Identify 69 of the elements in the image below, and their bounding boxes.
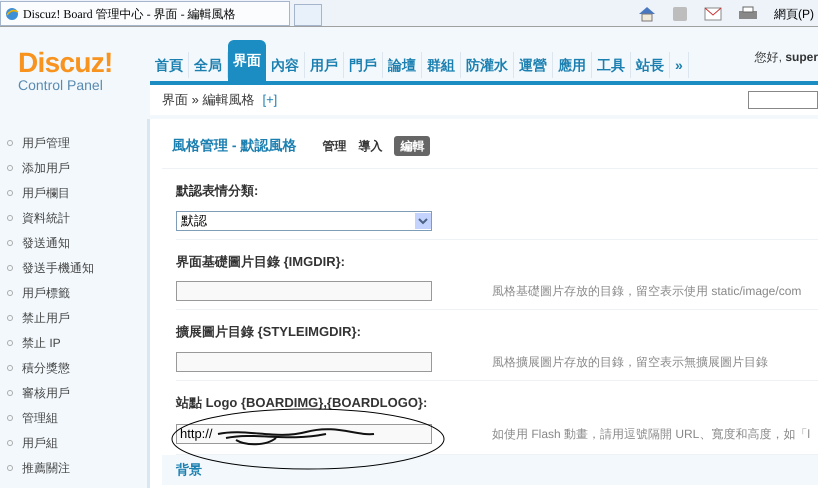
add-shortcut-link[interactable]: [+] — [262, 90, 278, 110]
text-field[interactable] — [176, 281, 432, 301]
sidebar-item[interactable]: 禁止用戶 — [0, 305, 147, 330]
section-header: 背景 — [162, 455, 818, 485]
sidebar-item[interactable]: 用戶標籤 — [0, 280, 147, 305]
field-hint: 風格擴展圖片存放的目錄，留空表示無擴展圖片目錄 — [492, 354, 768, 370]
sidebar-item[interactable]: 資料統計 — [0, 205, 147, 230]
nav-tab[interactable]: » — [670, 52, 689, 78]
logo: Discuz! — [18, 49, 114, 77]
circle-bullet-icon — [7, 464, 13, 470]
page-heading: 風格管理 - 默認風格 — [172, 136, 296, 155]
nav-tab[interactable]: 運營 — [514, 52, 553, 78]
nav-tab[interactable]: 用戶 — [305, 52, 344, 78]
sub-tab[interactable]: 編輯 — [394, 136, 430, 156]
sub-tab[interactable]: 導入 — [358, 136, 382, 154]
text-field[interactable] — [176, 352, 432, 372]
nav-tab[interactable]: 站長 — [631, 52, 670, 78]
circle-bullet-icon — [7, 390, 13, 396]
sidebar-item[interactable]: 添加用戶 — [0, 155, 147, 180]
sidebar-item[interactable]: 積分獎懲 — [0, 355, 147, 380]
sidebar-item[interactable]: 推薦關注 — [0, 455, 147, 480]
sub-tab[interactable]: 管理 — [322, 136, 346, 154]
circle-bullet-icon — [7, 164, 13, 170]
circle-bullet-icon — [7, 264, 13, 270]
nav-tab[interactable]: 內容 — [266, 52, 305, 78]
circle-bullet-icon — [7, 340, 13, 346]
field-label: 界面基礎圖片目錄 {IMGDIR}: — [176, 252, 346, 271]
browser-logo-icon — [5, 6, 19, 20]
field-hint: 如使用 Flash 動畫，請用逗號隔開 URL、寬度和高度，如「l — [492, 426, 810, 443]
mail-icon[interactable] — [704, 6, 722, 20]
sidebar-item[interactable]: 發送手機通知 — [0, 255, 147, 280]
nav-tab[interactable]: 論壇 — [383, 52, 422, 78]
breadcrumb: 界面 » 編輯風格 — [162, 91, 254, 110]
circle-bullet-icon — [7, 290, 13, 296]
field-hint: 風格基礎圖片存放的目錄，留空表示使用 static/image/com — [492, 283, 802, 300]
logo-subtitle: Control Panel — [18, 77, 104, 94]
field-label: 擴展圖片目錄 {STYLEIMGDIR}: — [176, 323, 362, 341]
style-select[interactable]: 默認 — [176, 210, 432, 230]
sidebar-item[interactable]: 禁止 IP — [0, 330, 147, 355]
nav-tab[interactable]: 界面 — [228, 40, 266, 81]
sidebar-item[interactable]: 用戶組 — [0, 430, 147, 455]
circle-bullet-icon — [7, 214, 13, 220]
nav-tab[interactable]: 應用 — [553, 52, 592, 78]
circle-bullet-icon — [7, 190, 13, 196]
field-label: 默認表情分類: — [176, 182, 260, 200]
nav-tab[interactable]: 首頁 — [150, 52, 189, 78]
circle-bullet-icon — [7, 414, 13, 420]
greeting: 您好, super — [754, 49, 818, 66]
search-field[interactable] — [748, 91, 818, 109]
new-tab-button[interactable] — [294, 4, 322, 26]
printer-icon[interactable] — [738, 6, 758, 22]
field-label: 站點 Logo {BOARDIMG},{BOARDLOGO}: — [176, 394, 428, 412]
page-menu[interactable]: 網頁(P) — [774, 4, 814, 22]
nav-tab[interactable]: 防灌水 — [461, 52, 514, 78]
browser-tab[interactable]: Discuz! Board 管理中心 - 界面 - 編輯風格 — [0, 1, 290, 26]
nav-tab[interactable]: 群組 — [422, 52, 461, 78]
sidebar-item[interactable]: 用戶欄目 — [0, 180, 147, 205]
nav-tab[interactable]: 門戶 — [344, 52, 383, 78]
sidebar-item[interactable]: 用戶管理 — [0, 130, 147, 155]
circle-bullet-icon — [7, 314, 13, 320]
sidebar-item[interactable]: 管理組 — [0, 405, 147, 430]
circle-bullet-icon — [7, 364, 13, 370]
home-icon[interactable] — [638, 6, 656, 22]
sidebar-item[interactable]: 發送通知 — [0, 230, 147, 255]
circle-bullet-icon — [7, 240, 13, 246]
circle-bullet-icon — [7, 440, 13, 446]
circle-bullet-icon — [7, 140, 13, 146]
nav-tab[interactable]: 工具 — [592, 52, 631, 78]
sidebar-item[interactable]: 審核用戶 — [0, 380, 147, 405]
